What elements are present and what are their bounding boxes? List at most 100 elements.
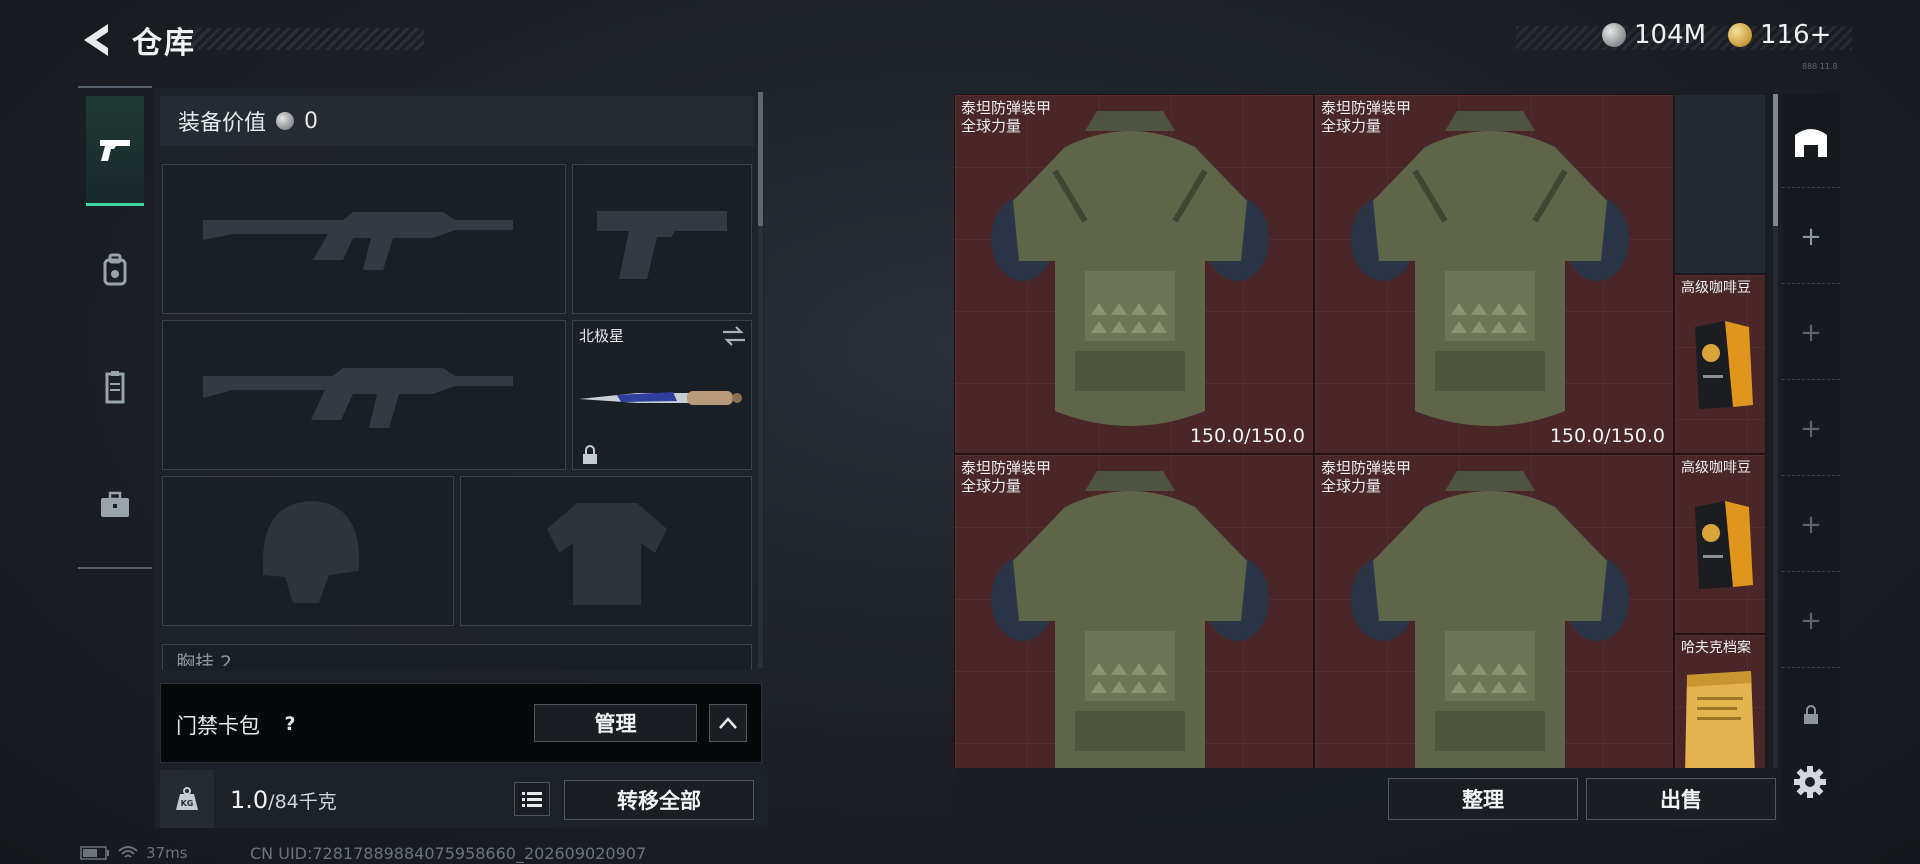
settings-button[interactable] <box>1790 762 1830 802</box>
melee-item-name: 北极星 <box>579 327 625 345</box>
access-card-label: 门禁卡包 <box>176 714 260 738</box>
storage-tab-add[interactable]: + <box>1782 574 1840 668</box>
folder-icon <box>1685 671 1755 768</box>
weight-current: 1.0 <box>230 786 269 814</box>
equipment-scroll-thumb[interactable] <box>758 92 763 226</box>
pistol-icon <box>100 139 130 161</box>
backpack-icon <box>103 253 127 286</box>
secondary-weapon-slot[interactable] <box>162 320 566 470</box>
storage-item-armor[interactable]: 泰坦防弹装甲 全球力量 150.0/150.0 <box>954 94 1314 454</box>
transfer-all-button[interactable]: 转移全部 <box>564 780 754 820</box>
uid-text: CN UID:72817889884075958660_202609020907 <box>250 844 647 863</box>
storage-item-document[interactable]: 哈夫克档案 <box>1674 634 1766 768</box>
primary-weapon-slot[interactable] <box>162 164 566 314</box>
coffee-bag-icon <box>1695 321 1753 409</box>
storage-item-armor[interactable]: 泰坦防弹装甲 全球力量 <box>1314 454 1674 768</box>
plus-icon: + <box>1800 509 1822 540</box>
ping-text: 37ms <box>146 844 188 862</box>
plus-icon: + <box>1800 605 1822 636</box>
currency-gold-value: 116+ <box>1760 20 1832 50</box>
armor-silhouette-icon <box>547 503 667 605</box>
storage-item-armor[interactable]: 泰坦防弹装甲 全球力量 150.0/150.0 <box>1314 94 1674 454</box>
chest-rig-label: 胸挂 2 <box>176 652 233 666</box>
sell-button[interactable]: 出售 <box>1586 778 1776 820</box>
currency-silver[interactable]: 104M <box>1602 20 1706 50</box>
armor-icon <box>1351 471 1629 768</box>
item-name: 高级咖啡豆 <box>1681 460 1751 476</box>
weight-capacity: /84千克 <box>268 791 337 813</box>
lock-icon <box>1804 705 1818 724</box>
melee-slot[interactable]: 北极星 <box>572 320 752 470</box>
plus-icon: + <box>1800 221 1822 252</box>
empty-grid-cell[interactable] <box>1674 94 1766 274</box>
pistol-slot[interactable] <box>572 164 752 314</box>
storage-tab-add[interactable]: + <box>1782 382 1840 476</box>
coffee-bag-icon <box>1695 501 1753 589</box>
list-icon <box>522 792 542 807</box>
weight-readout: 1.0/84千克 <box>230 786 337 814</box>
vest-icon <box>105 371 125 404</box>
rifle-silhouette-icon <box>203 368 513 428</box>
storage-item-coffee[interactable]: 高级咖啡豆 <box>1674 274 1766 454</box>
version-text: 888 11.8 <box>1802 62 1838 71</box>
chest-rig-slot[interactable] <box>162 644 752 670</box>
title-decoration <box>188 28 424 50</box>
weight-kg-icon: KG <box>176 787 198 810</box>
chevron-up-icon <box>719 717 737 729</box>
list-view-button[interactable] <box>514 782 550 816</box>
nav-divider-top <box>78 86 152 88</box>
manage-button[interactable]: 管理 <box>534 704 697 742</box>
item-durability: 150.0/150.0 <box>1549 425 1665 447</box>
currency-silver-value: 104M <box>1634 20 1707 50</box>
equipment-value-label: 装备价值 <box>178 111 267 136</box>
armor-icon <box>1351 111 1629 426</box>
storage-item-armor[interactable]: 泰坦防弹装甲 全球力量 <box>954 454 1314 768</box>
nav-item-backpack[interactable] <box>86 214 144 324</box>
equipment-value-bar: 装备价值 0 <box>160 96 754 146</box>
nav-item-weapons[interactable] <box>86 96 144 206</box>
back-button[interactable] <box>78 20 114 60</box>
helmet-slot[interactable] <box>162 476 454 626</box>
svg-text:KG: KG <box>181 799 194 808</box>
pistol-silhouette-icon <box>597 211 727 279</box>
page-title: 仓库 <box>132 26 196 61</box>
plus-icon: + <box>1800 413 1822 444</box>
armor-slot[interactable] <box>460 476 752 626</box>
gold-coin-icon <box>1728 23 1752 47</box>
nav-item-case[interactable] <box>86 450 144 560</box>
chevron-left-icon <box>84 24 108 56</box>
plus-icon: + <box>1800 317 1822 348</box>
weight-icon-box: KG <box>160 770 214 828</box>
storage-scroll-thumb[interactable] <box>1773 94 1778 226</box>
briefcase-icon <box>101 491 129 517</box>
status-row: 37ms <box>80 844 188 862</box>
storage-item-coffee[interactable]: 高级咖啡豆 <box>1674 454 1766 634</box>
lock-icon <box>583 445 597 464</box>
armor-icon <box>991 111 1269 426</box>
helmet-silhouette-icon <box>263 501 359 603</box>
rifle-silhouette-icon <box>203 212 513 270</box>
storage-home-icon <box>1795 128 1827 157</box>
help-icon[interactable]: ? <box>276 710 304 738</box>
nav-divider-bottom <box>78 567 152 569</box>
storage-tab-add[interactable]: + <box>1782 286 1840 380</box>
silver-coin-icon <box>1602 23 1626 47</box>
swap-icon[interactable] <box>721 325 747 347</box>
wifi-icon <box>118 846 138 858</box>
item-name: 高级咖啡豆 <box>1681 280 1751 296</box>
storage-tab-add[interactable]: + <box>1782 478 1840 572</box>
sort-button[interactable]: 整理 <box>1388 778 1578 820</box>
equipment-value: 0 <box>304 108 319 134</box>
collapse-button[interactable] <box>709 704 747 742</box>
item-name: 哈夫克档案 <box>1681 640 1751 656</box>
storage-tab-locked[interactable] <box>1782 670 1840 760</box>
silver-coin-icon <box>276 112 295 130</box>
nav-item-vest[interactable] <box>86 332 144 442</box>
armor-icon <box>991 471 1269 768</box>
gear-icon <box>1794 766 1826 798</box>
storage-tab-main[interactable] <box>1782 94 1840 188</box>
storage-grid: 泰坦防弹装甲 全球力量 150.0/150.0 泰坦防弹装甲 全球力量 150.… <box>954 94 1766 768</box>
knife-icon <box>579 391 742 405</box>
currency-gold[interactable]: 116+ <box>1728 20 1831 50</box>
storage-tab-add[interactable]: + <box>1782 190 1840 284</box>
